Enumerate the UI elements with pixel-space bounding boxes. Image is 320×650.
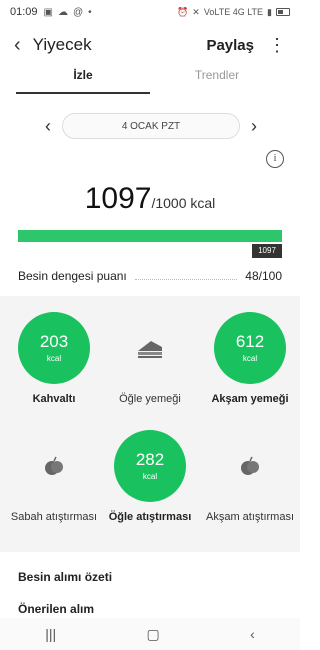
kcal-progress-fill (18, 230, 282, 242)
meal-label: Öğle atıştırması (108, 511, 192, 523)
home-icon[interactable]: ▢ (147, 626, 160, 643)
dotted-divider (134, 273, 238, 280)
network-text: VoLTE 4G LTE (203, 7, 264, 17)
meal-aksam-yemegi[interactable]: 612 kcal Akşam yemeği (200, 312, 300, 406)
kcal-consumed: 1097 (84, 182, 152, 215)
meal-ogle-yemegi[interactable]: Öğle yemeği (100, 312, 200, 406)
back-arrow-icon[interactable]: ‹ (14, 35, 21, 55)
back-nav-icon[interactable]: ‹ (250, 626, 255, 642)
meal-label: Kahvaltı (32, 393, 76, 405)
kcal-progress-badge: 1097 (252, 244, 282, 258)
meal-unit: kcal (46, 354, 62, 363)
alarm-icon: ⏰ (177, 6, 189, 17)
meal-aksam-atistirmasi[interactable]: Akşam atıştırması (200, 430, 300, 524)
meal-kcal: 612 (235, 332, 265, 351)
status-bar: 01:09 ▣ ☁ @ • ⏰ ✕ VoLTE 4G LTE ▮ (0, 0, 300, 24)
info-icon[interactable]: i (266, 150, 284, 168)
kcal-summary: 1097/1000 kcal (0, 182, 300, 216)
meal-circle: 203 kcal (18, 312, 90, 384)
meals-grid: 203 kcal Kahvaltı Öğle yemeği 612 kcal A… (0, 296, 300, 552)
system-nav-bar: ||| ▢ ‹ (0, 618, 300, 650)
status-right-icons: ⏰ ✕ VoLTE 4G LTE ▮ (177, 7, 290, 18)
meal-kcal: 203 (39, 332, 69, 351)
meal-kahvalti[interactable]: 203 kcal Kahvaltı (4, 312, 104, 406)
gallery-icon: ▣ (43, 6, 53, 18)
meal-unit: kcal (142, 472, 158, 481)
meal-label: Akşam atıştırması (205, 511, 295, 523)
meal-kcal: 282 (135, 450, 165, 469)
meal-ogle-atistirmasi[interactable]: 282 kcal Öğle atıştırması (100, 430, 200, 524)
status-time: 01:09 (10, 6, 38, 18)
next-day-icon[interactable]: › (244, 116, 264, 137)
signal-icon: ▮ (267, 6, 272, 17)
battery-icon (276, 8, 290, 16)
tab-bar: İzle Trendler (16, 68, 284, 94)
balance-score: 48/100 (245, 269, 282, 283)
fruit-icon (45, 456, 63, 475)
meal-circle (18, 430, 90, 502)
summary-subtitle: Önerilen alım (18, 602, 95, 616)
at-icon: @ (72, 6, 84, 18)
date-selector: ‹ 4 OCAK PZT › (38, 112, 264, 140)
kcal-goal: /1000 kcal (151, 195, 216, 211)
meal-label: Öğle yemeği (119, 393, 181, 405)
date-pill[interactable]: 4 OCAK PZT (62, 113, 240, 139)
meal-sabah-atistirmasi[interactable]: Sabah atıştırması (4, 430, 104, 524)
sandwich-icon (138, 341, 162, 358)
meal-circle: 282 kcal (114, 430, 186, 502)
share-button[interactable]: Paylaş (206, 37, 254, 54)
app-bar: ‹ Yiyecek Paylaş ⋮ (0, 30, 300, 60)
mute-icon: ✕ (192, 6, 200, 17)
status-left-icons: ▣ ☁ @ • (44, 7, 92, 18)
prev-day-icon[interactable]: ‹ (38, 116, 58, 137)
meal-circle (214, 430, 286, 502)
more-vert-icon[interactable]: ⋮ (268, 36, 286, 54)
tab-izle[interactable]: İzle (16, 68, 150, 94)
cloud-icon: ☁ (57, 6, 68, 18)
tab-trendler[interactable]: Trendler (150, 68, 284, 94)
meal-circle (114, 312, 186, 384)
summary-title: Besin alımı özeti (18, 570, 113, 584)
recent-apps-icon[interactable]: ||| (45, 626, 56, 642)
page-title: Yiyecek (32, 35, 92, 54)
meal-label: Akşam yemeği (211, 393, 289, 405)
kcal-progress-bar (18, 230, 282, 242)
balance-label: Besin dengesi puanı (18, 269, 127, 283)
balance-score-row[interactable]: Besin dengesi puanı 48/100 (18, 268, 282, 284)
meal-circle: 612 kcal (214, 312, 286, 384)
intake-summary-card: Besin alımı özeti Önerilen alım (0, 560, 300, 618)
meal-unit: kcal (242, 354, 258, 363)
meal-label: Sabah atıştırması (10, 511, 98, 523)
fruit-icon (241, 456, 259, 475)
dot-icon: • (88, 6, 92, 18)
